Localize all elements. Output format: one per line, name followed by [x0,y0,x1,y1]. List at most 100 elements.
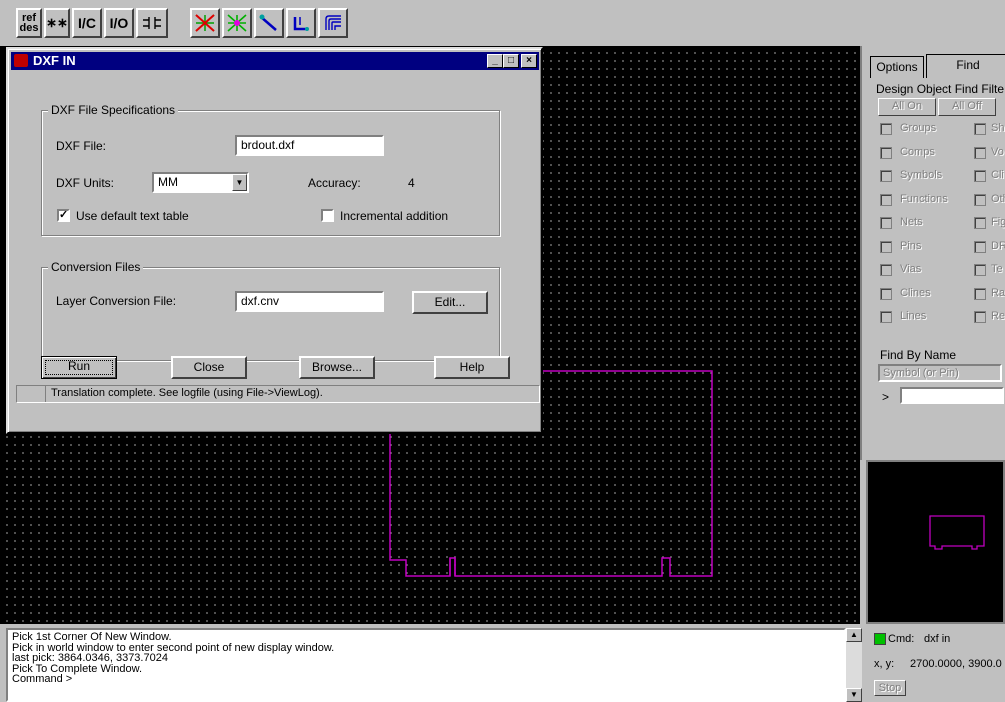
io-button[interactable]: I/O [104,8,134,38]
filter-label: Ra [991,287,1005,299]
bus-route-button[interactable] [318,8,348,38]
console-line: Pick 1st Corner Of New Window. [12,631,172,643]
filter-label: Lines [900,310,927,322]
ratsnest-off-button[interactable] [190,8,220,38]
scroll-down-icon[interactable]: ▼ [846,688,862,702]
group-title: Conversion Files [48,260,144,274]
jumper-button[interactable] [136,8,168,38]
all-on-label: All On [892,100,922,112]
toolbar: ref des ∗∗ I/C I/O [0,0,1005,46]
minimap-outline [929,515,985,550]
xy-value: 2700.0000, 3900.0 [910,658,1002,670]
filter-checkbox[interactable] [974,147,986,159]
symbol-select[interactable]: Symbol (or Pin) [878,364,1002,382]
tab-options[interactable]: Options [870,56,924,78]
filter-checkbox[interactable] [880,217,892,229]
status-area: Cmd: dxf in x, y: 2700.0000, 3900.0 Stop [866,628,1005,702]
incremental-addition-label[interactable]: Incremental addition [340,209,448,223]
filter-label: DR [991,240,1005,252]
ratsnest-off-icon [195,14,215,32]
filter-label: Nets [900,216,923,228]
des-label: des [19,22,39,34]
command-console[interactable]: Pick 1st Corner Of New Window. Pick in w… [6,628,846,702]
accuracy-value: 4 [408,176,415,190]
dxf-units-select[interactable]: MM ▼ [152,172,249,193]
filter-label: Re [991,310,1005,322]
all-on-button[interactable]: All On [878,98,936,116]
dxf-units-value: MM [158,175,178,189]
conversion-files-group: Conversion Files [41,260,500,361]
accuracy-label: Accuracy: [308,176,361,190]
console-line: Command > [12,673,73,685]
filter-checkbox[interactable] [974,288,986,300]
filter-label: Groups [900,122,937,134]
asterisk-button[interactable]: ∗∗ [44,8,70,38]
stop-label: Stop [878,682,902,694]
use-default-text-table-label[interactable]: Use default text table [76,209,189,223]
use-default-text-table-checkbox[interactable]: ✓ [57,209,70,222]
filter-label: Oth [991,193,1005,205]
layer-conversion-file-field[interactable]: dxf.cnv [235,291,384,312]
filter-checkbox[interactable] [974,217,986,229]
cmd-value: dxf in [924,633,951,645]
console-line: Pick To Complete Window. [12,662,143,675]
filter-checkbox[interactable] [974,264,986,276]
ic-button[interactable]: I/C [72,8,102,38]
group-title: DXF File Specifications [48,103,179,117]
console-line: last pick: 3864.0346, 3373.7024 [12,652,168,664]
route-icon [259,14,277,31]
maximize-button[interactable]: □ [503,54,519,68]
find-filter-title: Design Object Find Filte [876,82,1005,96]
close-window-button[interactable]: × [521,54,537,68]
xy-label: x, y: [874,658,895,670]
dxf-units-label: DXF Units: [56,176,115,190]
cmd-label: Cmd: [888,633,915,645]
incremental-addition-checkbox[interactable] [321,209,334,222]
ref-des-button[interactable]: ref des [16,8,42,38]
dxf-file-field[interactable]: brdout.dxf [235,135,384,156]
filter-label: Vo [991,146,1004,158]
filter-checkbox[interactable] [880,288,892,300]
filter-checkbox[interactable] [974,170,986,182]
route-button[interactable] [254,8,284,38]
help-button[interactable]: Help [434,356,510,379]
ratsnest-on-button[interactable] [222,8,252,38]
close-button[interactable]: Close [171,356,247,379]
layer-conversion-file-label: Layer Conversion File: [56,294,177,308]
filter-checkbox[interactable] [974,123,986,135]
filter-checkbox[interactable] [880,311,892,323]
filter-checkbox[interactable] [974,311,986,323]
filter-label: Te [991,263,1003,275]
browse-button[interactable]: Browse... [299,356,375,379]
slide-icon [293,17,309,31]
tab-find[interactable]: Find [926,54,1005,78]
edit-button[interactable]: Edit... [412,291,488,314]
console-scrollbar[interactable]: ▲ ▼ [846,628,862,702]
dropdown-arrow-icon[interactable]: ▼ [232,174,247,191]
status-text: Translation complete. See logfile (using… [51,387,323,399]
scroll-up-icon[interactable]: ▲ [846,628,862,642]
filter-label: Symbols [900,169,943,181]
minimize-button[interactable]: _ [487,54,503,68]
filter-checkbox[interactable] [880,264,892,276]
filter-label: Functions [900,193,948,205]
all-off-label: All Off [952,100,982,112]
filter-checkbox[interactable] [880,123,892,135]
slide-button[interactable] [286,8,316,38]
filter-checkbox[interactable] [880,241,892,253]
filter-checkbox[interactable] [974,241,986,253]
filter-checkbox[interactable] [880,194,892,206]
filter-checkbox[interactable] [880,147,892,159]
filter-checkbox[interactable] [880,170,892,182]
filter-checkbox[interactable] [974,194,986,206]
name-input[interactable] [900,387,1004,404]
dialog-titlebar[interactable]: DXF IN _ □ × [11,52,539,70]
jumper-icon [143,17,161,29]
world-view-minimap[interactable] [866,460,1005,624]
filter-label: Cli [991,169,1004,181]
filter-label: Pins [900,240,922,252]
run-button[interactable]: Run [41,356,117,379]
stop-button[interactable]: Stop [874,680,906,696]
all-off-button[interactable]: All Off [938,98,996,116]
app-icon [14,54,28,67]
